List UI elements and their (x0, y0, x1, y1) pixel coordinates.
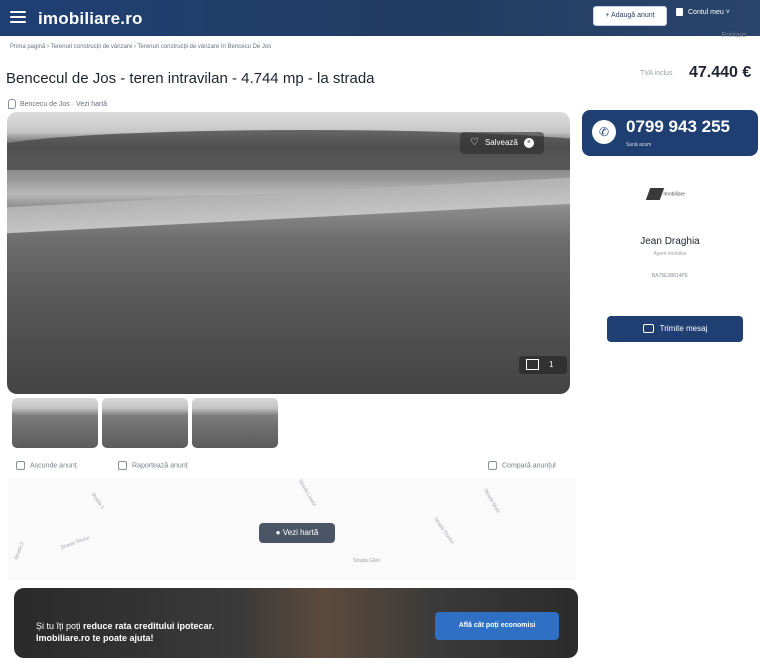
location-pin-icon (8, 99, 16, 109)
agent-name: Jean Draghia (640, 236, 700, 247)
agent-card: ✆ 0799 943 255 Sună acum Imobiliare Jean… (582, 110, 758, 350)
gallery-button[interactable]: 1 (519, 356, 567, 374)
report-listing-link[interactable]: Raportează anunț (118, 461, 188, 470)
compare-label: Compară anunțul (502, 462, 556, 470)
compare-icon (488, 461, 497, 470)
map-street-label: Strada Morii (482, 487, 501, 515)
site-logo[interactable]: imobiliare.ro (38, 9, 143, 29)
compare-listing-link[interactable]: Compară anunțul (488, 461, 556, 470)
mortgage-banner[interactable]: Și tu îți poți reduce rata creditului ip… (14, 588, 578, 658)
agency-name: Imobiliare (663, 191, 686, 198)
hide-listing-link[interactable]: Ascunde anunț (16, 461, 77, 470)
phone-button[interactable]: ✆ 0799 943 255 Sună acum (582, 110, 758, 156)
banner-text-line2: Imobiliare.ro te poate ajuta! (36, 633, 154, 643)
report-label: Raportează anunț (132, 462, 188, 470)
map-street-label: Strada Florilor (432, 516, 456, 546)
menu-icon[interactable] (10, 11, 26, 24)
agent-code: BA75E38814PE (651, 273, 689, 279)
listing-price: 47.440 € (689, 64, 752, 81)
map-street-label: Strada 1 (89, 491, 106, 511)
send-message-button[interactable]: Trimite mesaj (607, 316, 743, 342)
listing-location[interactable]: Bencecu de Jos · Vezi hartă (8, 99, 107, 109)
banner-text: Și tu îți poți reduce rata creditului ip… (36, 620, 214, 644)
agency-logo-mark (645, 188, 665, 200)
agency-logo[interactable]: Imobiliare (645, 188, 688, 204)
map-street-label: Strada 2 (13, 541, 26, 561)
view-map-button[interactable]: ● Vezi hartă (259, 523, 335, 543)
close-icon: × (523, 137, 534, 148)
photo-count: 1 (549, 360, 554, 369)
send-message-label: Trimite mesaj (659, 324, 708, 333)
savings-cta-button[interactable]: Află cât poți economisi (435, 612, 559, 640)
top-navigation-bar: imobiliare.ro + Adaugă anunț Contul meu … (0, 0, 760, 36)
breadcrumb[interactable]: Prima pagină › Terenuri construcții de v… (10, 44, 271, 50)
thumbnail-3[interactable] (192, 398, 278, 448)
account-menu[interactable]: Contul meu ˅ (676, 8, 730, 16)
user-icon (676, 8, 683, 16)
flag-icon (118, 461, 127, 470)
save-button[interactable]: ♡ Salvează × (460, 132, 544, 154)
price-label: TVA inclus (640, 70, 673, 77)
save-label: Salvează (484, 138, 518, 147)
phone-icon: ✆ (592, 120, 616, 144)
heart-icon: ♡ (470, 137, 479, 148)
eye-off-icon (16, 461, 25, 470)
photo-road (7, 176, 570, 234)
account-label: Contul meu ˅ (688, 8, 730, 16)
map-pin-icon: ● (275, 528, 283, 537)
map-street-label: Strada Gării (353, 558, 380, 564)
map-street-label: Strada Teiului (59, 535, 91, 551)
thumbnail-2[interactable] (102, 398, 188, 448)
main-photo[interactable] (7, 112, 570, 394)
map-street-label: Strada Livezii (296, 478, 318, 508)
hide-label: Ascunde anunț (30, 462, 77, 470)
view-map-label: Vezi hartă (282, 528, 319, 537)
listing-title: Bencecul de Jos - teren intravilan - 4.7… (6, 70, 375, 87)
agent-role: Agent imobiliar (653, 251, 687, 257)
chat-icon (642, 324, 654, 334)
banner-text-bold: reduce rata creditului ipotecar. (83, 621, 215, 631)
phone-subtext: Sună acum (626, 142, 652, 148)
banner-text-prefix: Și tu îți poți (36, 621, 84, 631)
phone-number: 0799 943 255 (626, 117, 730, 136)
print-link[interactable]: Printare (721, 32, 746, 39)
gallery-icon (526, 359, 539, 371)
location-text: Bencecu de Jos · Vezi hartă (20, 100, 108, 108)
thumbnail-1[interactable] (12, 398, 98, 448)
add-listing-button[interactable]: + Adaugă anunț (593, 6, 667, 26)
